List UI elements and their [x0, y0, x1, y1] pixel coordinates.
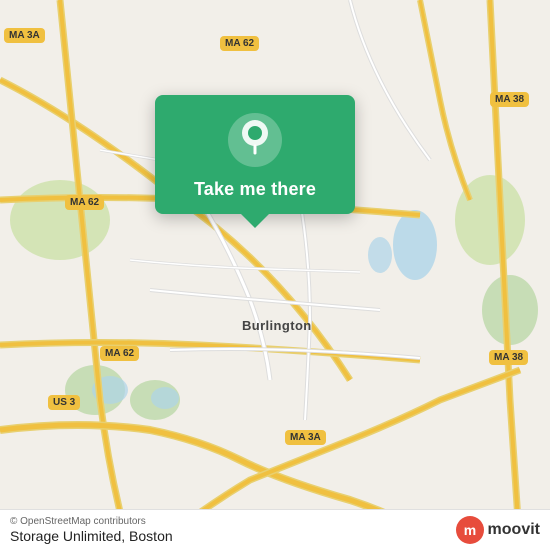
road-badge-ma62-bottom-left: MA 62 [100, 346, 139, 361]
moovit-logo-icon: m [456, 516, 484, 544]
city-label: Burlington [242, 318, 312, 333]
map-container: MA 3A MA 62 MA 38 MA 62 MA 62 US 3 MA 38… [0, 0, 550, 550]
road-badge-ma3a-top-left: MA 3A [4, 28, 45, 43]
attribution-text: © OpenStreetMap contributors [10, 516, 173, 527]
location-pin-icon [239, 119, 271, 161]
popup-card[interactable]: Take me there [155, 95, 355, 214]
road-badge-ma38-top-right: MA 38 [490, 92, 529, 107]
svg-text:m: m [463, 522, 475, 538]
moovit-logo: m moovit [456, 516, 540, 544]
popup-arrow [241, 214, 269, 228]
bottom-bar: © OpenStreetMap contributors Storage Unl… [0, 509, 550, 550]
location-name: Storage Unlimited, Boston [10, 528, 173, 544]
road-badge-ma3a-bottom: MA 3A [285, 430, 326, 445]
moovit-brand-name: moovit [488, 521, 540, 539]
bottom-info: © OpenStreetMap contributors Storage Unl… [10, 516, 173, 544]
road-badge-us3-bottom: US 3 [48, 395, 80, 410]
road-badge-ma38-bottom-right: MA 38 [489, 350, 528, 365]
road-badge-ma62-top: MA 62 [220, 36, 259, 51]
road-badge-ma62-mid-left: MA 62 [65, 195, 104, 210]
map-roads [0, 0, 550, 550]
popup-label[interactable]: Take me there [194, 179, 316, 200]
popup-icon-circle [228, 113, 282, 167]
